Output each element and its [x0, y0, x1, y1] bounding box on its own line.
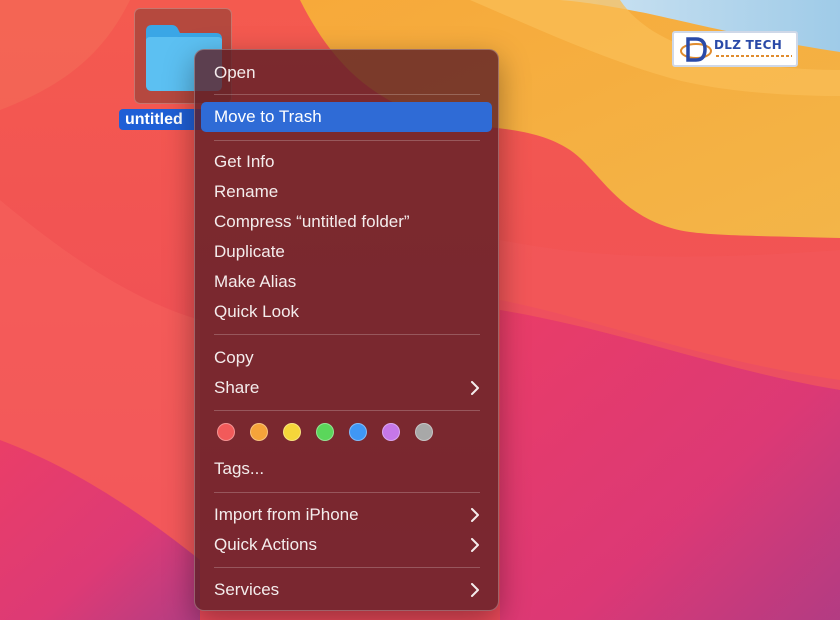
menu-item-label: Move to Trash	[214, 107, 322, 126]
menu-item-label: Duplicate	[214, 242, 285, 261]
tag-green-dot[interactable]	[316, 423, 334, 441]
chevron-right-icon	[468, 575, 482, 605]
chevron-right-icon	[468, 500, 482, 530]
menu-item-share[interactable]: Share	[201, 373, 492, 403]
tag-orange-dot[interactable]	[250, 423, 268, 441]
tag-purple-dot[interactable]	[382, 423, 400, 441]
chevron-right-icon	[468, 530, 482, 560]
tag-yellow-dot[interactable]	[283, 423, 301, 441]
menu-item-label: Rename	[214, 182, 279, 201]
tag-gray-dot[interactable]	[415, 423, 433, 441]
menu-item-label: Tags...	[214, 459, 265, 478]
menu-item-label: Import from iPhone	[214, 505, 359, 524]
menu-item-label: Quick Actions	[214, 535, 317, 554]
menu-item-make-alias[interactable]: Make Alias	[201, 267, 492, 297]
menu-separator	[214, 410, 480, 411]
menu-item-rename[interactable]: Rename	[201, 177, 492, 207]
menu-item-move-to-trash[interactable]: Move to Trash	[201, 102, 492, 132]
menu-item-tags[interactable]: Tags...	[201, 454, 492, 484]
menu-item-compress[interactable]: Compress “untitled folder”	[201, 207, 492, 237]
menu-separator	[214, 492, 480, 493]
menu-item-copy[interactable]: Copy	[201, 343, 492, 373]
menu-item-duplicate[interactable]: Duplicate	[201, 237, 492, 267]
menu-item-label: Make Alias	[214, 272, 297, 291]
menu-item-label: Services	[214, 580, 280, 599]
menu-item-label: Share	[214, 378, 260, 397]
menu-separator	[214, 334, 480, 335]
dlz-logo-icon	[680, 37, 712, 62]
menu-item-label: Quick Look	[214, 302, 300, 321]
desktop: untitled DLZ TECH Open Move to Trash Get…	[0, 0, 840, 620]
brand-logo: DLZ TECH	[672, 31, 798, 67]
menu-separator	[214, 94, 480, 95]
tag-blue-dot[interactable]	[349, 423, 367, 441]
menu-item-quick-look[interactable]: Quick Look	[201, 297, 492, 327]
tag-red-dot[interactable]	[217, 423, 235, 441]
menu-item-import-from-iphone[interactable]: Import from iPhone	[201, 500, 492, 530]
menu-item-label: Compress “untitled folder”	[214, 212, 410, 231]
menu-item-label: Open	[214, 63, 256, 82]
context-menu: Open Move to Trash Get Info Rename Compr…	[194, 49, 499, 611]
menu-item-label: Copy	[214, 348, 254, 367]
brand-text: DLZ TECH	[714, 38, 783, 52]
menu-item-get-info[interactable]: Get Info	[201, 147, 492, 177]
menu-item-open[interactable]: Open	[201, 58, 492, 88]
menu-item-services[interactable]: Services	[201, 575, 492, 605]
chevron-right-icon	[468, 373, 482, 403]
menu-item-quick-actions[interactable]: Quick Actions	[201, 530, 492, 560]
menu-separator	[214, 140, 480, 141]
menu-separator	[214, 567, 480, 568]
menu-item-label: Get Info	[214, 152, 275, 171]
brand-tagline	[716, 55, 792, 57]
